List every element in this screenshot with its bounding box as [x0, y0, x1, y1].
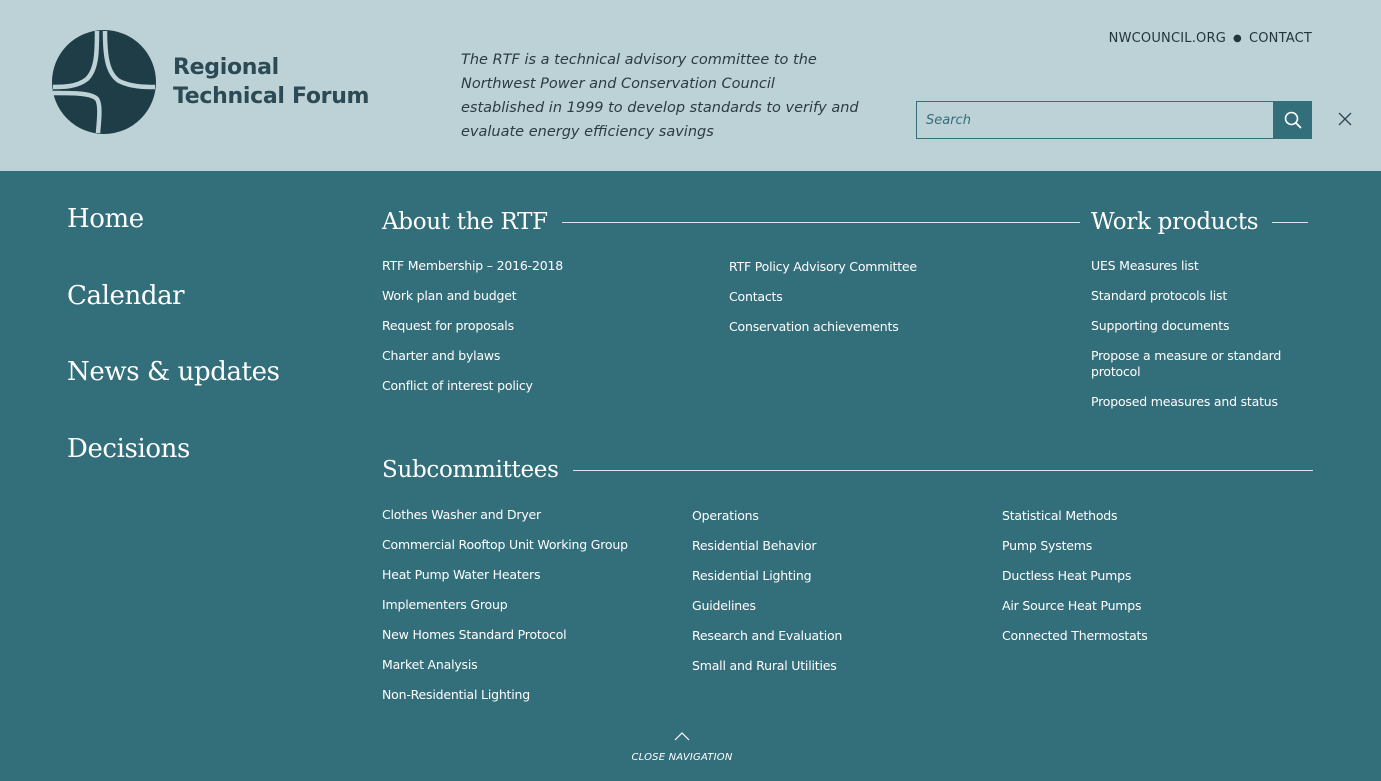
- about-section-heading: About the RTF: [382, 209, 1080, 235]
- nwcouncil-link[interactable]: NWCOUNCIL.ORG: [1109, 31, 1226, 46]
- nav-news-updates[interactable]: News & updates: [67, 357, 280, 434]
- subcommittee-link[interactable]: Research and Evaluation: [692, 628, 842, 658]
- rtf-logo-icon: [52, 30, 156, 134]
- subcommittee-link[interactable]: Operations: [692, 508, 842, 538]
- subcommittee-link[interactable]: New Homes Standard Protocol: [382, 627, 628, 657]
- subcommittees-col2: Operations Residential Behavior Resident…: [692, 508, 842, 688]
- subcommittee-link[interactable]: Air Source Heat Pumps: [1002, 598, 1148, 628]
- subcommittee-link[interactable]: Commercial Rooftop Unit Working Group: [382, 537, 628, 567]
- subcommittee-link[interactable]: Statistical Methods: [1002, 508, 1148, 538]
- work-product-link[interactable]: Supporting documents: [1091, 318, 1301, 348]
- heading-rule: [572, 469, 1313, 471]
- subcommittee-link[interactable]: Residential Lighting: [692, 568, 842, 598]
- about-link[interactable]: Conflict of interest policy: [382, 378, 563, 408]
- close-navigation-button[interactable]: CLOSE NAVIGATION: [620, 728, 744, 763]
- close-menu-button[interactable]: [1335, 109, 1355, 129]
- close-navigation-label: CLOSE NAVIGATION: [631, 752, 733, 763]
- separator-dot: ●: [1233, 33, 1242, 44]
- nav-calendar[interactable]: Calendar: [67, 281, 280, 358]
- about-link[interactable]: Work plan and budget: [382, 288, 563, 318]
- subcommittees-col1: Clothes Washer and Dryer Commercial Roof…: [382, 507, 628, 717]
- logo-line-1: Regional: [173, 55, 279, 80]
- subcommittee-link[interactable]: Ductless Heat Pumps: [1002, 568, 1148, 598]
- subcommittee-link[interactable]: Clothes Washer and Dryer: [382, 507, 628, 537]
- work-product-link[interactable]: Proposed measures and status: [1091, 394, 1301, 424]
- primary-nav: Home Calendar News & updates Decisions: [67, 204, 280, 510]
- work-product-link[interactable]: Propose a measure or standard protocol: [1091, 348, 1301, 394]
- about-links-col1: RTF Membership – 2016-2018 Work plan and…: [382, 258, 563, 408]
- about-link[interactable]: Charter and bylaws: [382, 348, 563, 378]
- subcommittee-link[interactable]: Market Analysis: [382, 657, 628, 687]
- work-product-link[interactable]: UES Measures list: [1091, 258, 1301, 288]
- heading-rule: [1272, 221, 1309, 223]
- subcommittee-link[interactable]: Heat Pump Water Heaters: [382, 567, 628, 597]
- about-link[interactable]: RTF Membership – 2016-2018: [382, 258, 563, 288]
- subcommittee-link[interactable]: Small and Rural Utilities: [692, 658, 842, 688]
- work-products-links: UES Measures list Standard protocols lis…: [1091, 258, 1301, 424]
- search-icon: [1284, 111, 1302, 129]
- subcommittee-link[interactable]: Guidelines: [692, 598, 842, 628]
- nav-decisions[interactable]: Decisions: [67, 434, 280, 511]
- about-links-col2: RTF Policy Advisory Committee Contacts C…: [729, 259, 917, 349]
- subcommittee-link[interactable]: Residential Behavior: [692, 538, 842, 568]
- site-header: Regional Technical Forum The RTF is a te…: [0, 0, 1381, 171]
- about-link[interactable]: Contacts: [729, 289, 917, 319]
- subcommittees-heading: Subcommittees: [382, 457, 1313, 483]
- subcommittees-col3: Statistical Methods Pump Systems Ductles…: [1002, 508, 1148, 658]
- logo-line-2: Technical Forum: [173, 84, 370, 109]
- contact-link[interactable]: CONTACT: [1249, 31, 1312, 46]
- work-products-title[interactable]: Work products: [1091, 209, 1259, 235]
- search-bar: [916, 101, 1312, 139]
- logo-wordmark: Regional Technical Forum: [173, 53, 369, 111]
- search-input[interactable]: [916, 101, 1274, 139]
- subcommittee-link[interactable]: Pump Systems: [1002, 538, 1148, 568]
- chevron-up-icon: [674, 732, 690, 741]
- about-link[interactable]: Request for proposals: [382, 318, 563, 348]
- subcommittees-title[interactable]: Subcommittees: [382, 457, 559, 483]
- work-product-link[interactable]: Standard protocols list: [1091, 288, 1301, 318]
- rtf-logo[interactable]: Regional Technical Forum: [51, 28, 371, 136]
- work-products-heading: Work products: [1091, 209, 1309, 235]
- subcommittee-link[interactable]: Non-Residential Lighting: [382, 687, 628, 717]
- about-link[interactable]: RTF Policy Advisory Committee: [729, 259, 917, 289]
- subcommittee-link[interactable]: Connected Thermostats: [1002, 628, 1148, 658]
- nav-home[interactable]: Home: [67, 204, 280, 281]
- close-icon: [1338, 112, 1352, 126]
- site-tagline: The RTF is a technical advisory committe…: [461, 52, 859, 140]
- search-button[interactable]: [1274, 101, 1312, 139]
- utility-links: NWCOUNCIL.ORG ● CONTACT: [1109, 31, 1312, 46]
- about-title[interactable]: About the RTF: [382, 209, 548, 235]
- subcommittee-link[interactable]: Implementers Group: [382, 597, 628, 627]
- about-link[interactable]: Conservation achievements: [729, 319, 917, 349]
- heading-rule: [561, 221, 1080, 223]
